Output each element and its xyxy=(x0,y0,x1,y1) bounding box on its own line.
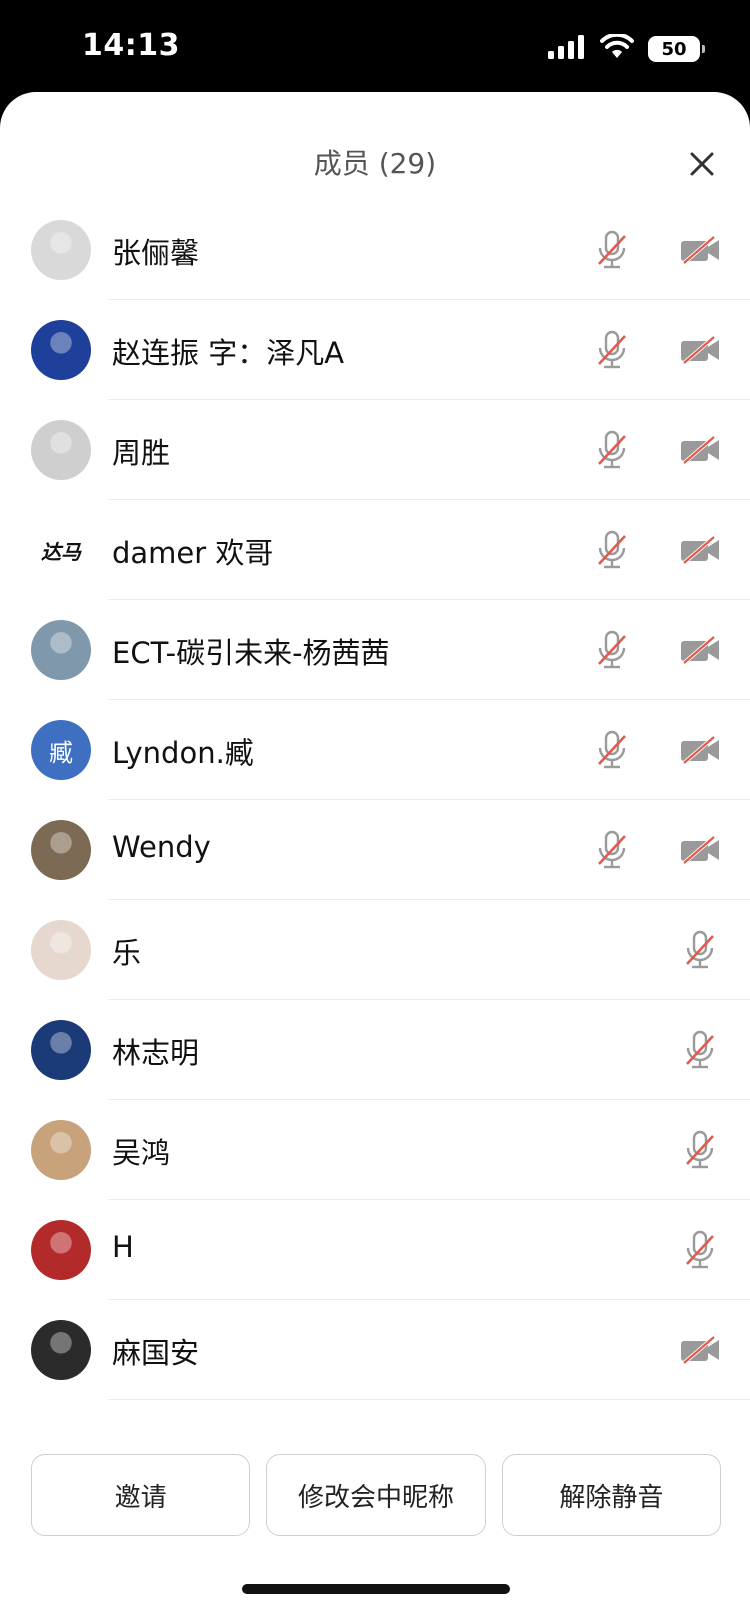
member-row[interactable]: 吴鸿 xyxy=(0,1100,750,1200)
mic-muted-icon[interactable] xyxy=(678,1028,722,1072)
mic-muted-icon[interactable] xyxy=(590,628,634,672)
member-row[interactable]: 林志明 xyxy=(0,1000,750,1100)
members-sheet: 成员 (29) 张俪馨赵连振 字：泽凡A 周胜达马 damer 欢哥 ECT-碳引未来… xyxy=(0,92,750,1623)
member-row[interactable]: 周胜 xyxy=(0,400,750,500)
mic-muted-icon[interactable] xyxy=(678,928,722,972)
close-icon xyxy=(690,152,714,176)
camera-off-icon[interactable] xyxy=(678,532,722,568)
member-name: Wendy xyxy=(112,830,211,864)
member-name: Lyndon.臧 xyxy=(112,736,254,770)
mic-muted-icon[interactable] xyxy=(590,728,634,772)
member-name: H xyxy=(112,1230,134,1264)
signal-icon xyxy=(548,35,586,63)
member-name: 乐 xyxy=(112,936,142,970)
avatar xyxy=(31,1120,91,1180)
member-row[interactable]: Wendy xyxy=(0,800,750,900)
avatar: 达马 xyxy=(31,520,91,580)
avatar xyxy=(31,420,91,480)
sheet-title: 成员 (29) xyxy=(313,147,437,180)
status-time: 14:13 xyxy=(82,28,180,63)
camera-off-icon[interactable] xyxy=(678,1332,722,1368)
avatar xyxy=(31,920,91,980)
camera-off-icon[interactable] xyxy=(678,432,722,468)
member-name: 赵连振 字：泽凡A xyxy=(112,336,345,370)
mic-muted-icon[interactable] xyxy=(590,328,634,372)
mic-muted-icon[interactable] xyxy=(590,428,634,472)
member-row[interactable]: H xyxy=(0,1200,750,1300)
avatar xyxy=(31,620,91,680)
member-row[interactable]: 麻国安 xyxy=(0,1300,750,1400)
mic-muted-icon[interactable] xyxy=(678,1128,722,1172)
member-row[interactable]: ECT-碳引未来-杨茜茜 xyxy=(0,600,750,700)
mic-muted-icon[interactable] xyxy=(590,828,634,872)
wifi-icon xyxy=(600,32,634,64)
camera-off-icon[interactable] xyxy=(678,632,722,668)
mic-muted-icon[interactable] xyxy=(678,1228,722,1272)
member-row[interactable]: 达马 damer 欢哥 xyxy=(0,500,750,600)
mic-muted-icon[interactable] xyxy=(590,528,634,572)
member-list: 张俪馨赵连振 字：泽凡A 周胜达马 damer 欢哥 ECT-碳引未来-杨茜茜臧 Lyn… xyxy=(0,200,750,1400)
member-name: damer 欢哥 xyxy=(112,536,274,570)
avatar: 臧 xyxy=(31,720,91,780)
rename-button[interactable]: 修改会中昵称 xyxy=(266,1454,486,1536)
avatar xyxy=(31,220,91,280)
avatar xyxy=(31,1320,91,1380)
status-bar: 14:13 50 xyxy=(0,0,750,92)
camera-off-icon[interactable] xyxy=(678,732,722,768)
member-row[interactable]: 张俪馨 xyxy=(0,200,750,300)
camera-off-icon[interactable] xyxy=(678,232,722,268)
battery-icon: 50 xyxy=(648,36,705,62)
member-name: 周胜 xyxy=(112,436,171,470)
avatar-logo: 达马 xyxy=(41,539,81,564)
member-name: 吴鸿 xyxy=(112,1136,171,1170)
avatar-text: 臧 xyxy=(49,738,73,767)
member-row[interactable]: 乐 xyxy=(0,900,750,1000)
invite-button[interactable]: 邀请 xyxy=(31,1454,251,1536)
avatar xyxy=(31,1220,91,1280)
mic-muted-icon[interactable] xyxy=(590,228,634,272)
member-name: 麻国安 xyxy=(112,1336,200,1370)
member-name: ECT-碳引未来-杨茜茜 xyxy=(112,636,390,670)
camera-off-icon[interactable] xyxy=(678,832,722,868)
status-icons: 50 xyxy=(548,32,705,64)
home-indicator xyxy=(242,1584,510,1594)
close-button[interactable] xyxy=(682,144,722,184)
camera-off-icon[interactable] xyxy=(678,332,722,368)
action-bar: 邀请 修改会中昵称 解除静音 xyxy=(31,1454,721,1538)
avatar xyxy=(31,320,91,380)
member-row[interactable]: 赵连振 字：泽凡A xyxy=(0,300,750,400)
member-name: 林志明 xyxy=(112,1036,200,1070)
unmute-button[interactable]: 解除静音 xyxy=(501,1454,721,1536)
avatar xyxy=(31,1020,91,1080)
avatar xyxy=(31,820,91,880)
member-row[interactable]: 臧 Lyndon.臧 xyxy=(0,700,750,800)
member-name: 张俪馨 xyxy=(112,236,200,270)
